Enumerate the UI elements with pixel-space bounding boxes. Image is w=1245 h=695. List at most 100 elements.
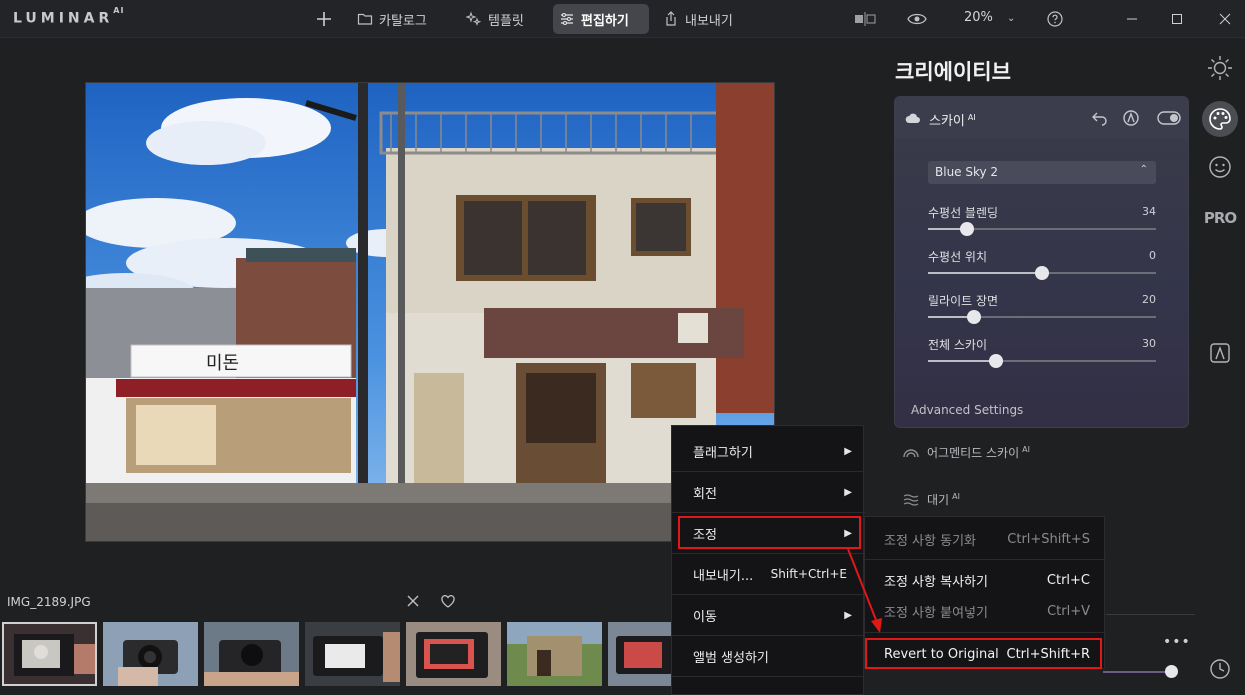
tab-export[interactable]: 내보내기: [657, 4, 739, 34]
menu-item-move[interactable]: 이동 ▶: [672, 595, 865, 635]
panel-title: 크리에이티브: [895, 60, 1011, 84]
menu-separator: [865, 559, 1106, 560]
sky-tool-header[interactable]: 스카이 AI: [895, 97, 1188, 139]
eye-icon[interactable]: [905, 9, 929, 29]
slider-relight-scene[interactable]: 릴라이트 장면 20: [928, 292, 1156, 324]
slider-thumb[interactable]: [959, 222, 974, 236]
slider-value: 20: [1142, 293, 1156, 306]
history-clock-icon[interactable]: [1204, 653, 1236, 685]
chevron-right-icon: ▶: [844, 445, 852, 457]
svg-text:미돈: 미돈: [206, 353, 239, 374]
portrait-face-icon[interactable]: [1204, 151, 1236, 183]
filmstrip-thumbnail[interactable]: [406, 622, 501, 686]
slider-label: 수평선 위치: [928, 250, 988, 264]
partial-slider-track: [1103, 671, 1169, 673]
tool-category-rail: PRO: [1195, 38, 1245, 695]
submenu-item-sync[interactable]: 조정 사항 동기화 Ctrl+Shift+S: [865, 522, 1106, 556]
panel-divider: [1106, 614, 1198, 615]
slider-sky-global[interactable]: 전체 스카이 30: [928, 336, 1156, 368]
slider-label: 수평선 블렌딩: [928, 206, 999, 220]
chevron-updown-icon: ⌃: [1139, 164, 1148, 175]
slider-label: 전체 스카이: [928, 338, 988, 352]
tab-templates-label: 템플릿: [488, 13, 524, 29]
slider-track: [928, 310, 1156, 324]
filmstrip-thumbnail[interactable]: [305, 622, 400, 686]
compare-icon[interactable]: [853, 9, 877, 29]
share-icon: [666, 11, 676, 26]
advanced-settings-link[interactable]: Advanced Settings: [911, 403, 1023, 417]
tab-catalog[interactable]: 카탈로그: [351, 4, 433, 34]
slider-value: 34: [1142, 205, 1156, 218]
cloud-icon: [905, 113, 920, 123]
creative-palette-icon[interactable]: [1202, 101, 1238, 137]
top-toolbar: LUMINARAI 카탈로그 템플릿 편집하기 내보내기 20% ⌄: [0, 0, 1245, 38]
menu-shortcut: Ctrl+C: [1046, 572, 1090, 588]
sky-tool-title: 스카이 AI: [929, 112, 976, 129]
tool-atmosphere[interactable]: 대기 AI: [903, 491, 960, 508]
context-menu: 플래그하기 ▶ 회전 ▶ 조정 ▶ 내보내기... Shift+Ctrl+E 이동 ▶ …: [671, 425, 865, 695]
close-icon[interactable]: [1215, 9, 1235, 29]
highlight-box-revert: [865, 638, 1102, 669]
filmstrip-thumbnail[interactable]: [507, 622, 602, 686]
help-icon[interactable]: [1045, 9, 1065, 29]
filmstrip-thumbnail[interactable]: [608, 622, 673, 686]
annotation-arrow: [847, 548, 882, 633]
highlight-box-adjustments: [678, 516, 861, 549]
app-logo: LUMINARAI: [13, 6, 125, 27]
slider-track: [928, 222, 1156, 236]
waves-icon: [903, 493, 919, 506]
maximize-icon[interactable]: [1167, 9, 1187, 29]
menu-separator: [865, 632, 1106, 633]
visibility-toggle-icon[interactable]: [1157, 109, 1181, 127]
slider-horizon-blending[interactable]: 수평선 블렌딩 34: [928, 204, 1156, 236]
menu-shortcut: Shift+Ctrl+E: [770, 567, 847, 581]
slider-thumb[interactable]: [966, 310, 981, 324]
tool-augmented-sky-label: 어그멘티드 스카이 AI: [927, 445, 1030, 460]
undo-icon[interactable]: [1091, 109, 1109, 127]
tab-templates[interactable]: 템플릿: [460, 4, 530, 34]
tool-augmented-sky[interactable]: 어그멘티드 스카이 AI: [903, 444, 1030, 461]
slider-fill: [928, 272, 1042, 274]
slider-horizon-position[interactable]: 수평선 위치 0: [928, 248, 1156, 280]
slider-fill: [928, 360, 997, 362]
menu-item-export[interactable]: 내보내기... Shift+Ctrl+E: [672, 554, 865, 594]
sky-preset-select[interactable]: Blue Sky 2 ⌃: [928, 161, 1156, 184]
more-options-icon[interactable]: •••: [1163, 634, 1191, 650]
slider-thumb[interactable]: [1035, 266, 1049, 280]
sky-preset-value: Blue Sky 2: [935, 165, 999, 179]
submenu-item-paste[interactable]: 조정 사항 붙여넣기 Ctrl+V: [865, 594, 1106, 628]
mask-brush-icon[interactable]: [1122, 109, 1140, 127]
current-filename: IMG_2189.JPG: [7, 595, 91, 609]
heart-icon[interactable]: [441, 595, 455, 612]
submenu-item-copy[interactable]: 조정 사항 복사하기 Ctrl+C: [865, 563, 1106, 597]
tab-export-label: 내보내기: [685, 13, 733, 29]
sliders-icon: [561, 13, 573, 25]
tab-catalog-label: 카탈로그: [379, 13, 427, 29]
slider-thumb[interactable]: [989, 354, 1004, 368]
slider-value: 0: [1149, 249, 1156, 262]
menu-separator: [672, 676, 865, 677]
filmstrip-thumbnail[interactable]: [103, 622, 198, 686]
slider-value: 30: [1142, 337, 1156, 350]
add-icon[interactable]: [314, 9, 334, 29]
menu-item-create-album[interactable]: 앨범 생성하기: [672, 636, 865, 676]
essentials-sun-icon[interactable]: [1204, 52, 1236, 84]
close-icon[interactable]: [406, 594, 420, 612]
local-masking-icon[interactable]: [1204, 337, 1236, 369]
sparkle-icon: [466, 11, 482, 26]
partial-slider-thumb[interactable]: [1165, 665, 1178, 678]
menu-shortcut: Ctrl+V: [1047, 603, 1090, 619]
minimize-icon[interactable]: [1122, 9, 1142, 29]
folder-icon: [357, 13, 373, 25]
menu-shortcut: Ctrl+Shift+S: [1007, 531, 1090, 547]
pro-tools-icon[interactable]: PRO: [1204, 202, 1237, 234]
chevron-down-icon: ⌄: [1007, 13, 1016, 24]
tool-atmosphere-label: 대기 AI: [927, 492, 960, 507]
slider-track: [928, 354, 1156, 368]
menu-item-rotate[interactable]: 회전 ▶: [672, 472, 865, 512]
filmstrip-thumbnail[interactable]: [204, 622, 299, 686]
zoom-dropdown[interactable]: 20% ⌄: [964, 10, 1015, 25]
menu-item-flag[interactable]: 플래그하기 ▶: [672, 431, 865, 471]
filmstrip-thumbnail[interactable]: [2, 622, 97, 686]
tab-edit[interactable]: 편집하기: [553, 4, 649, 34]
